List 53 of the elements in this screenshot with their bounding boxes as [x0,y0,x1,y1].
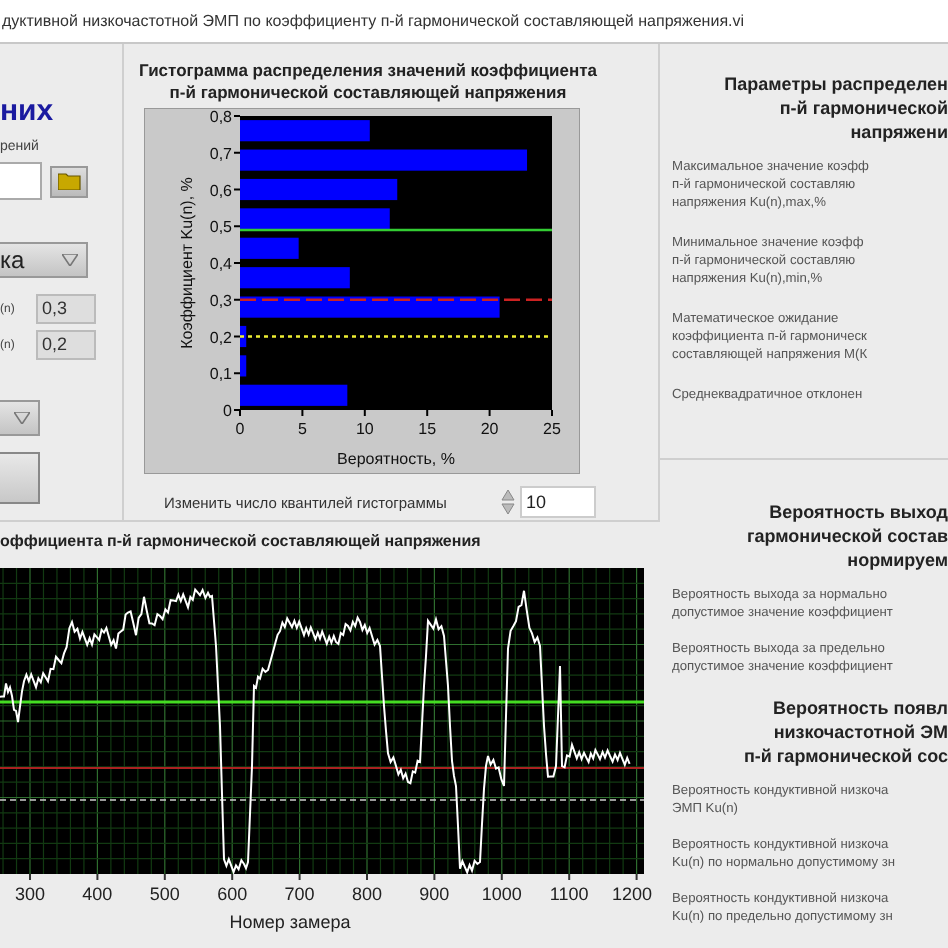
histogram-bar [240,120,370,142]
tick-label: 0 [235,420,245,438]
dropdown[interactable]: ка [0,242,88,278]
axis-label: Вероятность, % [337,450,455,468]
tick-label: 800 [351,884,383,904]
window-title: дуктивной низкочастотной ЭМП по коэффициенту п-й гармонической составляющей напряжения.vi [0,12,745,30]
tick-label: 900 [419,884,450,904]
section-heading: Вероятность выход гармонической состав нормируем [744,500,948,572]
tick-label: 1200 [611,884,653,904]
folder-icon [57,172,81,190]
histogram-bar [240,237,299,259]
tick-label: 0,7 [209,144,232,163]
tick-label: 0,2 [209,328,232,347]
browse-button[interactable] [50,165,88,197]
section-heading: Вероятность появл низкочастотной ЭМ п-й гармонической сос [741,696,948,768]
tick-label: 5 [297,420,307,438]
panel-heading: них [0,96,54,128]
tick-label: 0,4 [209,255,232,273]
tick-label: 20 [480,420,499,438]
tick-label: 0,3 [209,291,232,310]
tick-label: 0,5 [209,218,232,237]
tick-label: 300 [14,884,46,904]
histogram-bar [240,325,247,348]
tick-label: 500 [149,884,180,904]
tick-label: 600 [217,884,248,904]
spinner-icon[interactable] [500,488,516,516]
tick-label: 0 [223,402,232,420]
section-heading: Параметры распределен п-й гармонической напряжени [722,72,948,144]
histogram-bar [240,384,348,406]
tick-label: 0,6 [209,181,232,200]
tick-label: 0,1 [209,365,232,384]
histogram-bar [240,355,247,377]
chart-title: оффициента п-й гармонической составляющей напряжения [0,530,483,554]
button[interactable] [0,452,40,504]
tick-label: 10 [355,420,374,438]
tick-label: 700 [284,884,315,904]
histogram-bar [240,267,350,289]
tick-label: 400 [82,884,113,904]
dropdown[interactable] [0,400,40,436]
tick-label: 0,8 [209,108,232,126]
axis-label: Номер замера [229,912,351,932]
path-field[interactable] [0,162,42,200]
value-field: 0,2 [36,330,96,360]
number-field[interactable]: 10 [520,486,596,518]
value-field: 0,3 [36,294,96,324]
tick-label: 15 [418,420,437,438]
tick-label: 25 [543,420,561,438]
axis-label: Коэффициент Ku(n), % [178,177,196,349]
caret-icon [62,254,78,266]
tick-label: 1100 [549,884,589,904]
chart-title: Гистограмма распределения значений коэффициента п-й гармонической составляющей напряжения [136,60,600,104]
caret-icon [14,412,30,424]
tick-label: 1000 [481,884,522,904]
